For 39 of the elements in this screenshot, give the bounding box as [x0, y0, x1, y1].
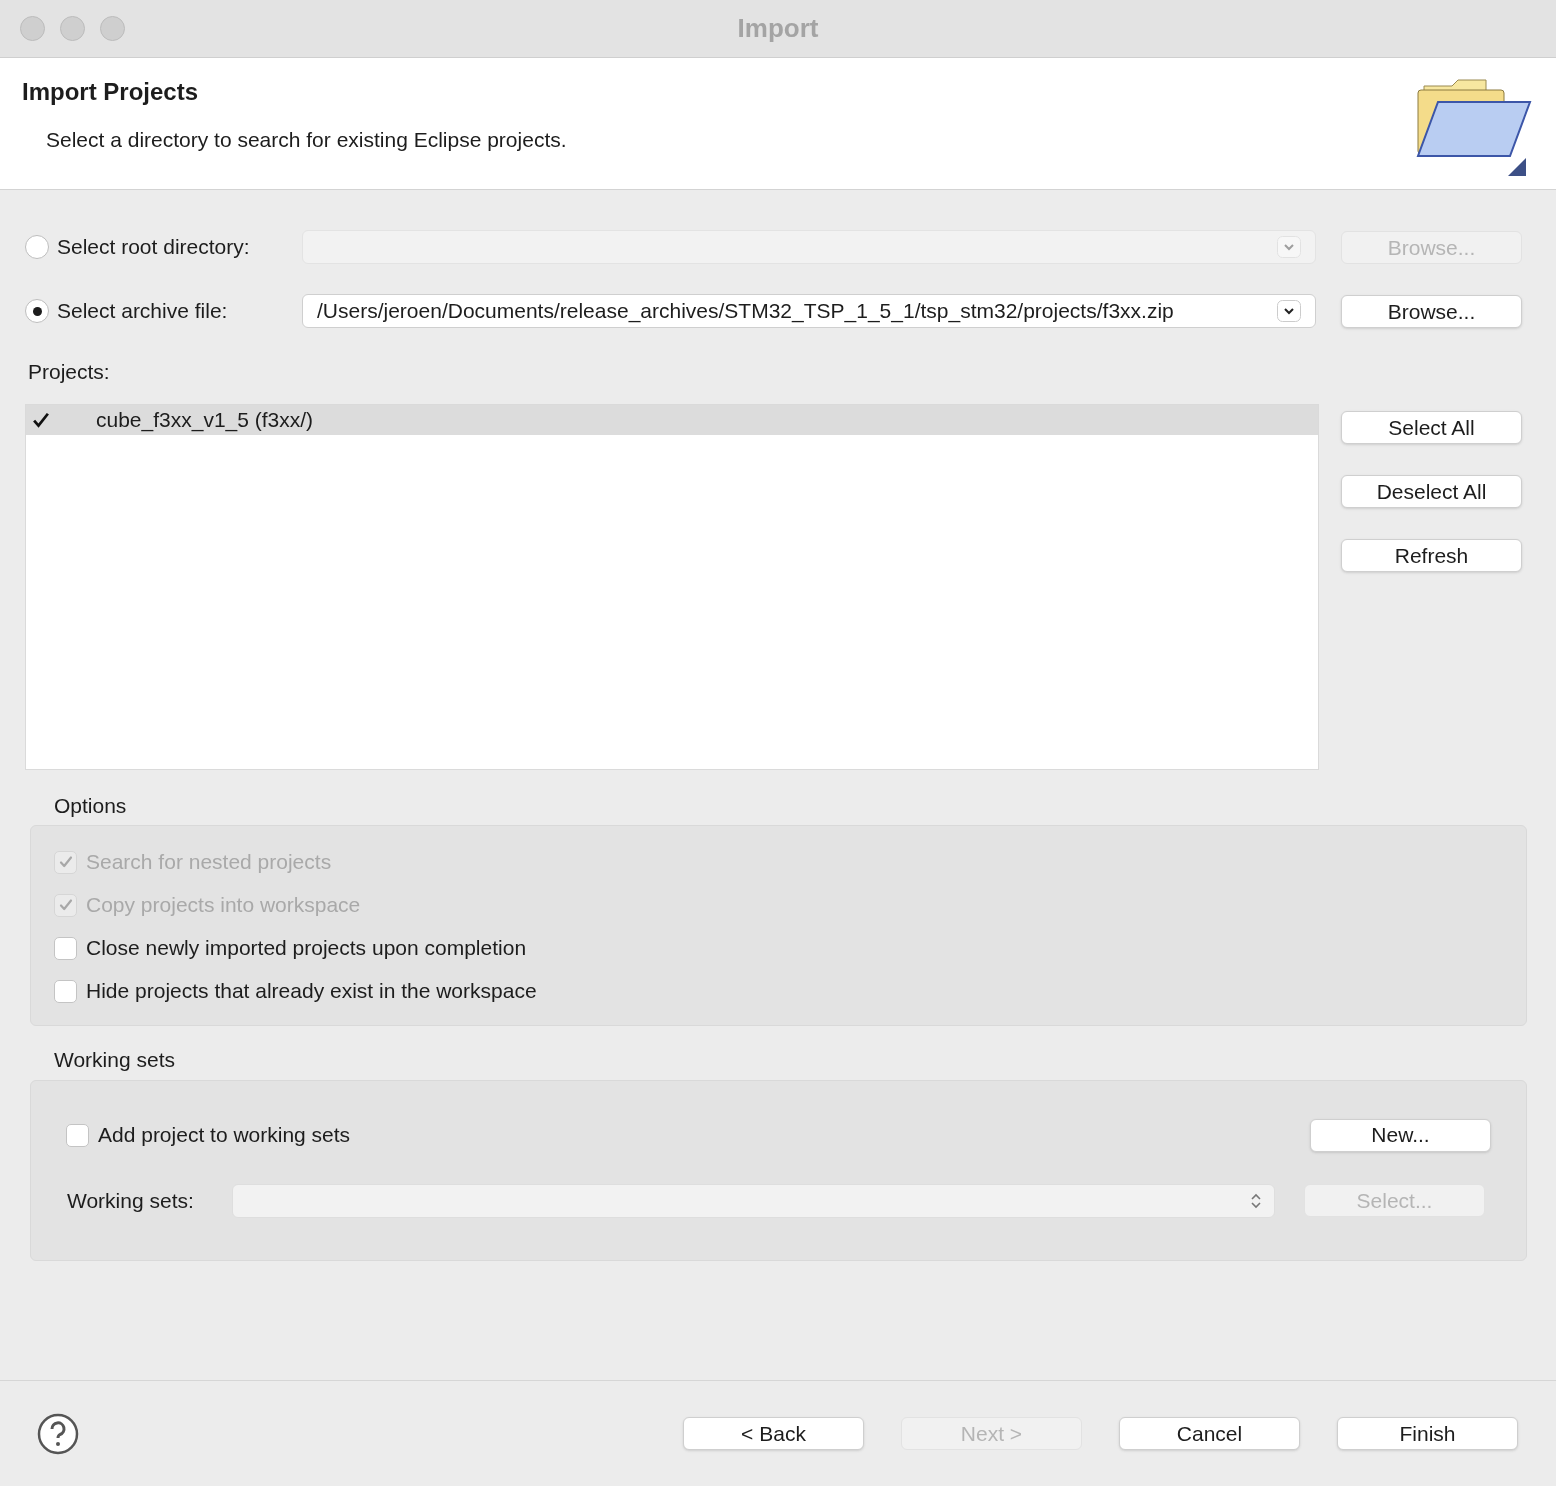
- field-label: Working sets:: [67, 1188, 195, 1213]
- dropdown-caret-icon: [1277, 300, 1301, 322]
- checkmark-icon: [57, 897, 74, 913]
- option-label: Close newly imported projects upon completion: [86, 936, 527, 960]
- option-label: Copy projects into workspace: [86, 893, 361, 917]
- window-control-icon[interactable]: [20, 16, 45, 41]
- checkmark-icon: [57, 854, 74, 870]
- stepper-icon: [1250, 1191, 1262, 1210]
- push-button[interactable]: Cancel: [1119, 1417, 1300, 1450]
- push-button[interactable]: Deselect All: [1341, 474, 1522, 508]
- radio-label: Select archive file:: [57, 298, 228, 325]
- group-title: Options: [53, 792, 128, 819]
- option-label: Search for nested projects: [86, 850, 332, 874]
- push-button[interactable]: Browse...: [1341, 294, 1522, 328]
- projects-label: Projects:: [27, 359, 111, 385]
- push-button[interactable]: < Back: [683, 1417, 864, 1450]
- checkbox[interactable]: [66, 1123, 89, 1147]
- push-button[interactable]: New...: [1310, 1118, 1491, 1152]
- push-button[interactable]: Refresh: [1341, 538, 1522, 572]
- project-name: cube_f3xx_v1_5 (f3xx/): [96, 406, 314, 434]
- push-button[interactable]: Finish: [1337, 1417, 1518, 1450]
- dropdown-caret-icon: [1277, 236, 1301, 258]
- path-combo-box[interactable]: /Users/jeroen/Documents/release_archives/STM32_TSP_1_5_1/tsp_stm32/projects/f3xx.zip: [302, 294, 1316, 328]
- option-label: Add project to working sets: [98, 1123, 352, 1147]
- window-control-icon[interactable]: [60, 16, 85, 41]
- group-title: Working sets: [53, 1047, 176, 1073]
- path-value: /Users/jeroen/Documents/release_archives/STM32_TSP_1_5_1/tsp_stm32/projects/f3xx.zip: [317, 298, 1175, 325]
- header-description: Select a directory to search for existing Eclipse projects.: [45, 127, 567, 153]
- help-icon[interactable]: [37, 1412, 79, 1455]
- radio-label: Select root directory:: [57, 234, 250, 261]
- project-row[interactable]: cube_f3xx_v1_5 (f3xx/): [26, 404, 1318, 435]
- header-title: Import Projects: [22, 77, 200, 107]
- checkbox[interactable]: [54, 936, 77, 960]
- push-button[interactable]: Select All: [1341, 410, 1522, 444]
- window-control-icon[interactable]: [100, 16, 125, 41]
- option-label: Hide projects that already exist in the workspace: [86, 979, 537, 1003]
- checkbox[interactable]: [54, 979, 77, 1003]
- window-title: Import: [737, 12, 819, 45]
- radio-button[interactable]: [25, 299, 49, 323]
